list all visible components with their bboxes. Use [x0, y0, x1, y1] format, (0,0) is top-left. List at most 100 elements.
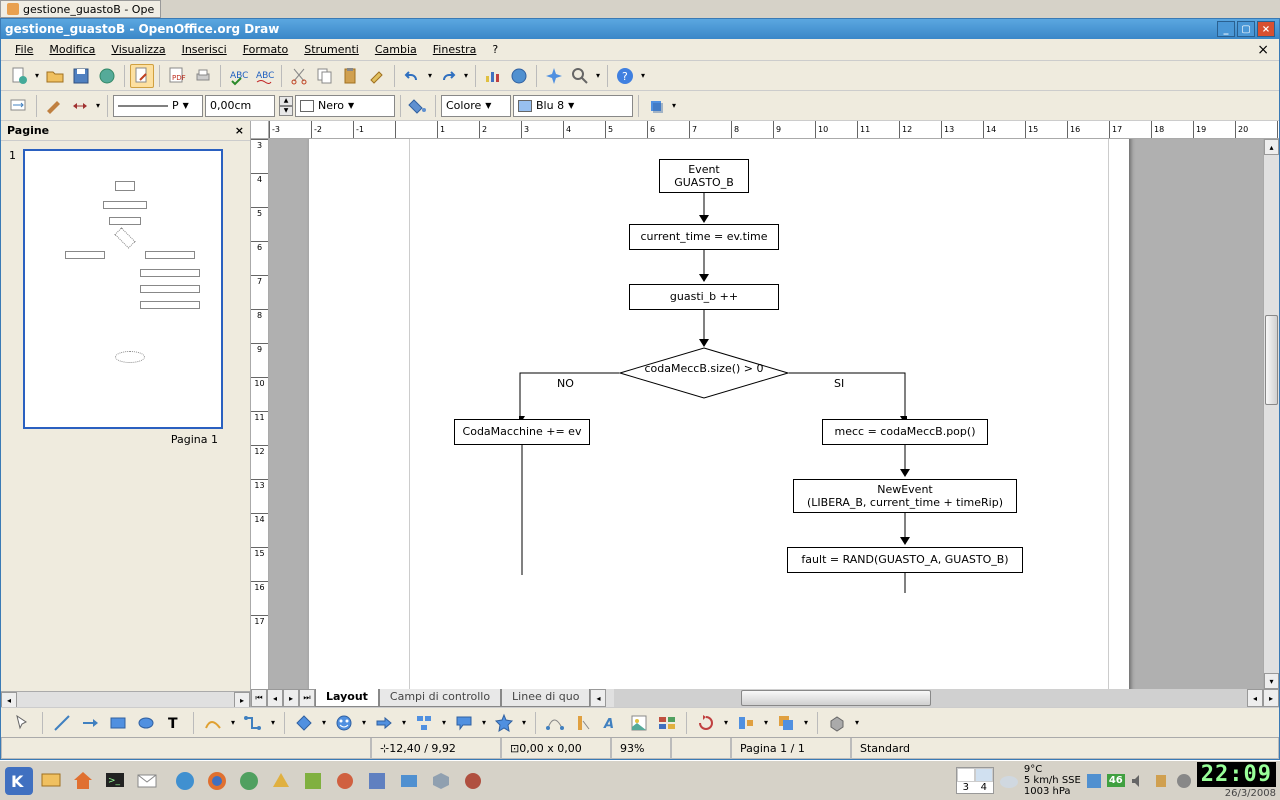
redo-button[interactable] [436, 64, 460, 88]
menu-modifica[interactable]: Modifica [41, 41, 103, 58]
app-icon-4[interactable] [330, 766, 360, 796]
flow-node-assign-time[interactable]: current_time = ev.time [629, 224, 779, 250]
close-document-button[interactable]: × [1253, 42, 1273, 58]
line-tool[interactable] [50, 711, 74, 735]
cut-button[interactable] [287, 64, 311, 88]
callouts-dropdown[interactable]: ▾ [480, 711, 488, 735]
align-tool[interactable] [734, 711, 758, 735]
flowchart-shapes-tool[interactable] [412, 711, 436, 735]
pages-panel-hscroll[interactable]: ◂ ▸ [1, 691, 250, 707]
app-icon-3[interactable] [298, 766, 328, 796]
symbol-shapes-tool[interactable] [332, 711, 356, 735]
ellipse-tool[interactable] [134, 711, 158, 735]
edit-button[interactable] [130, 64, 154, 88]
hscroll-left-icon[interactable]: ◂ [1247, 689, 1263, 707]
browser-icon[interactable] [170, 766, 200, 796]
firefox-icon[interactable] [202, 766, 232, 796]
gluepoint-tool[interactable] [571, 711, 595, 735]
menu-cambia[interactable]: Cambia [367, 41, 425, 58]
sheet-tab-layout[interactable]: Layout [315, 689, 379, 707]
fill-mode-combo[interactable]: Colore ▼ [441, 95, 511, 117]
weather-icon[interactable] [997, 766, 1021, 796]
scroll-left-icon[interactable]: ◂ [1, 692, 17, 707]
ruler-vertical[interactable]: 34567891011121314151617 [251, 139, 269, 689]
stars-tool[interactable] [492, 711, 516, 735]
basic-shapes-dropdown[interactable]: ▾ [320, 711, 328, 735]
menu-inserisci[interactable]: Inserisci [174, 41, 235, 58]
new-dropdown-arrow[interactable]: ▾ [33, 64, 41, 88]
navigator-button[interactable] [542, 64, 566, 88]
curve-tool[interactable] [201, 711, 225, 735]
drawing-page[interactable]: Event GUASTO_B current_time = ev.time gu… [309, 139, 1129, 689]
redo-dropdown-arrow[interactable]: ▾ [462, 64, 470, 88]
tray-icon-2[interactable] [1174, 766, 1194, 796]
flow-node-increment[interactable]: guasti_b ++ [629, 284, 779, 310]
new-button[interactable] [7, 64, 31, 88]
app-icon-7[interactable] [426, 766, 456, 796]
connector-tool[interactable] [241, 711, 265, 735]
tray-indicator[interactable]: 46 [1107, 774, 1125, 787]
block-arrows-dropdown[interactable]: ▾ [400, 711, 408, 735]
paste-button[interactable] [339, 64, 363, 88]
flow-node-newevent[interactable]: NewEvent (LIBERA_B, current_time + timeR… [793, 479, 1017, 513]
undo-dropdown-arrow[interactable]: ▾ [426, 64, 434, 88]
hyperlink-button[interactable] [507, 64, 531, 88]
tray-icon-1[interactable] [1084, 766, 1104, 796]
zoom-dropdown-arrow[interactable]: ▾ [594, 64, 602, 88]
copy-button[interactable] [313, 64, 337, 88]
from-file-tool[interactable] [627, 711, 651, 735]
line-width-field[interactable]: 0,00cm [205, 95, 275, 117]
kmenu-icon[interactable]: K [4, 766, 34, 796]
open-button[interactable] [43, 64, 67, 88]
klipper-icon[interactable] [1151, 766, 1171, 796]
flow-node-pop[interactable]: mecc = codaMeccB.pop() [822, 419, 988, 445]
flowchart-shapes-dropdown[interactable]: ▾ [440, 711, 448, 735]
minimize-button[interactable]: _ [1217, 21, 1235, 37]
block-arrows-tool[interactable] [372, 711, 396, 735]
drawing-toolbar-overflow[interactable]: ▾ [853, 711, 861, 735]
undo-button[interactable] [400, 64, 424, 88]
scroll-up-icon[interactable]: ▴ [1264, 139, 1279, 155]
menu-visualizza[interactable]: Visualizza [103, 41, 173, 58]
menu-strumenti[interactable]: Strumenti [296, 41, 367, 58]
app-icon-2[interactable] [266, 766, 296, 796]
toolbar2-overflow-arrow[interactable]: ▾ [670, 94, 678, 118]
callouts-tool[interactable] [452, 711, 476, 735]
scroll-right-icon[interactable]: ▸ [234, 692, 250, 707]
tab-nav-first-icon[interactable]: ⏮ [251, 689, 267, 707]
volume-icon[interactable] [1128, 766, 1148, 796]
tab-split-handle[interactable]: ◂ [590, 689, 606, 707]
spellcheck-auto-button[interactable]: ABC [226, 64, 250, 88]
flow-node-event[interactable]: Event GUASTO_B [659, 159, 749, 193]
connector-dropdown[interactable]: ▾ [269, 711, 277, 735]
app-icon-8[interactable] [458, 766, 488, 796]
rotate-dropdown[interactable]: ▾ [722, 711, 730, 735]
flow-node-rand[interactable]: fault = RAND(GUASTO_A, GUASTO_B) [787, 547, 1023, 573]
sheet-tab-linee[interactable]: Linee di quo [501, 689, 590, 707]
format-paintbrush-button[interactable] [365, 64, 389, 88]
pages-panel-close-icon[interactable]: × [235, 124, 244, 137]
system-clock[interactable]: 22:09 [1197, 762, 1276, 787]
canvas-viewport[interactable]: Event GUASTO_B current_time = ev.time gu… [269, 139, 1263, 689]
page-thumbnail[interactable] [23, 149, 223, 429]
arrow-style-button[interactable] [7, 94, 31, 118]
menu-formato[interactable]: Formato [235, 41, 297, 58]
rotate-tool[interactable] [694, 711, 718, 735]
canvas-vscroll[interactable]: ▴ ▾ [1263, 139, 1279, 689]
tab-nav-next-icon[interactable]: ▸ [283, 689, 299, 707]
line-style-brush-icon[interactable] [42, 94, 66, 118]
menu-finestra[interactable]: Finestra [425, 41, 485, 58]
help-button[interactable]: ? [613, 64, 637, 88]
close-button[interactable]: × [1257, 21, 1275, 37]
canvas-hscroll[interactable] [614, 689, 1247, 707]
app-icon-6[interactable] [394, 766, 424, 796]
chart-button[interactable] [481, 64, 505, 88]
rectangle-tool[interactable] [106, 711, 130, 735]
pdf-export-button[interactable]: PDF [165, 64, 189, 88]
desktop-icon[interactable] [36, 766, 66, 796]
konsole-icon[interactable]: >_ [100, 766, 130, 796]
zoom-button[interactable] [568, 64, 592, 88]
scroll-down-icon[interactable]: ▾ [1264, 673, 1279, 689]
hscroll-thumb[interactable] [741, 690, 931, 706]
line-width-spinner[interactable]: ▲▼ [279, 96, 293, 116]
